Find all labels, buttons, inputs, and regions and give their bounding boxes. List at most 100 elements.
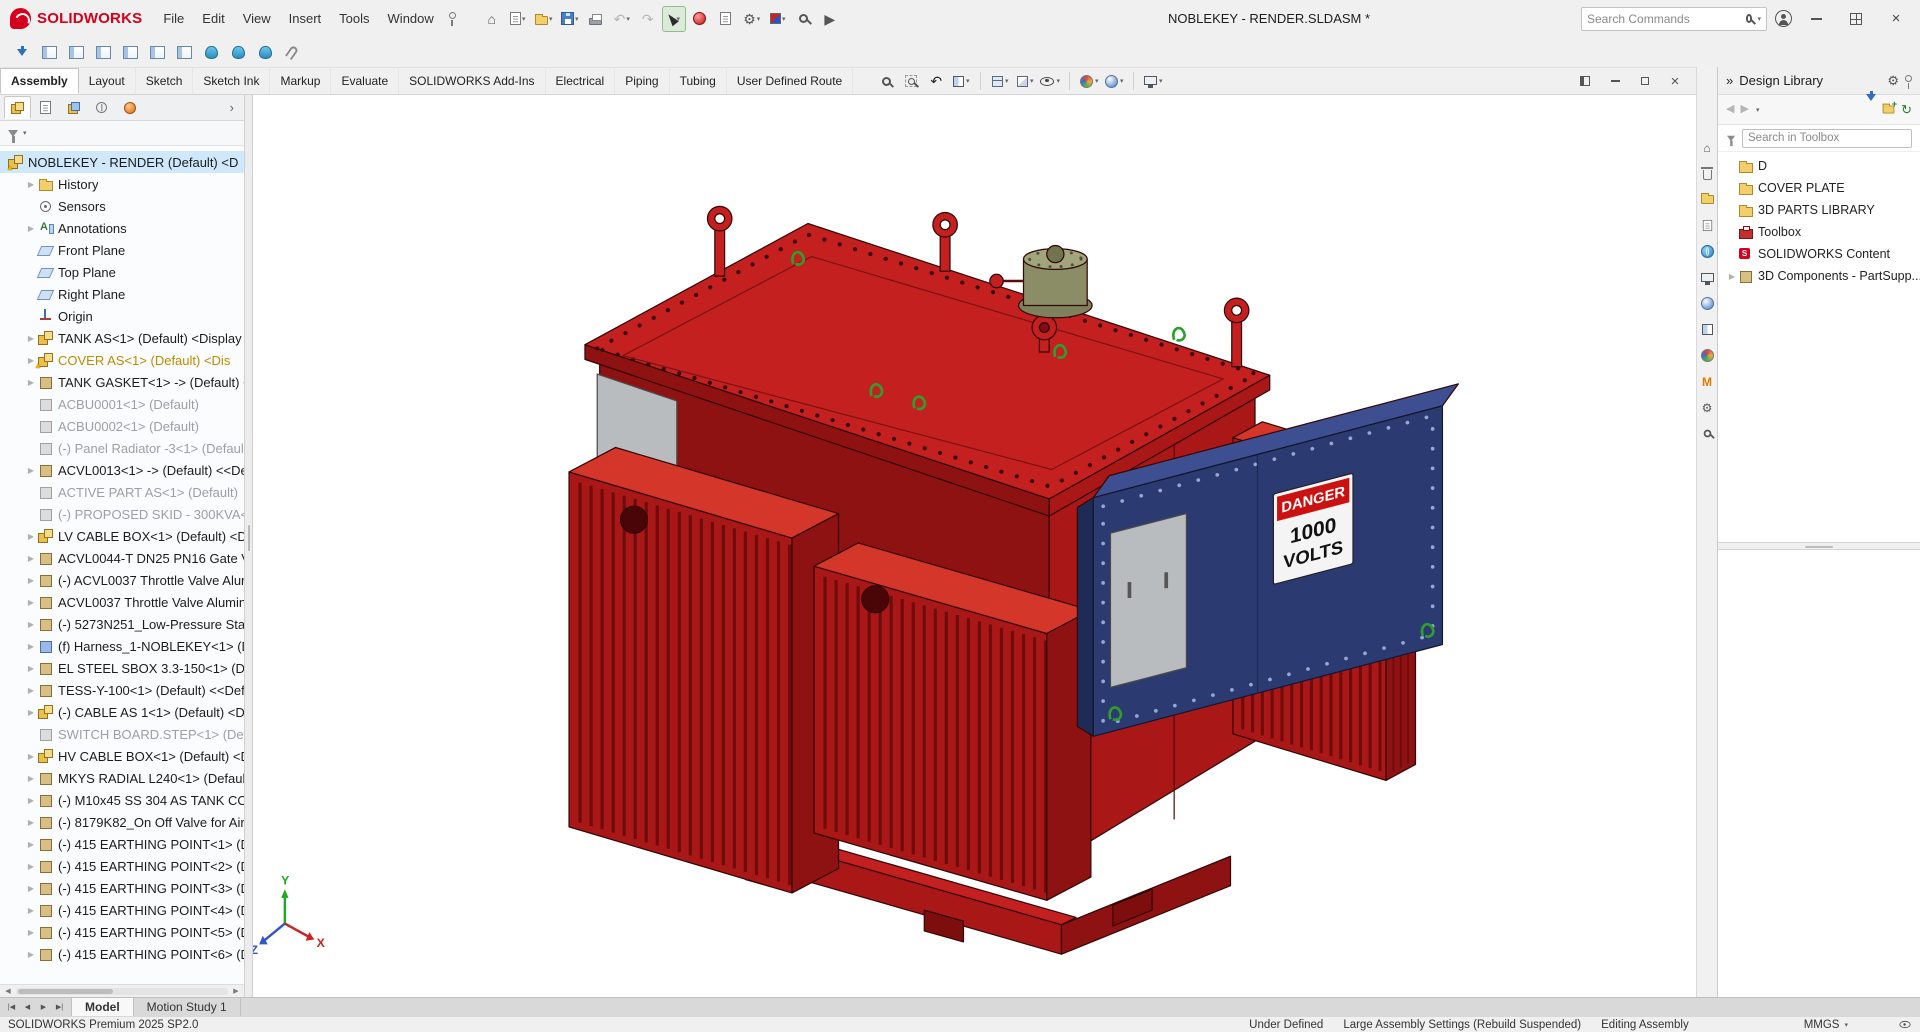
library-item[interactable]: ▶ 3D Components - PartSupp... — [1718, 265, 1920, 287]
zoom-to-fit-button[interactable] — [875, 69, 897, 93]
panel-tool-button-4[interactable] — [118, 39, 142, 65]
command-tab[interactable]: Markup — [270, 68, 331, 94]
tree-item[interactable]: ▶ ▲ (-) PROPOSED SKID - 300KVA<1> — [0, 503, 244, 525]
tree-item[interactable]: ▶ ▲ (-) 415 EARTHING POINT<4> (De — [0, 899, 244, 921]
expand-arrow-icon[interactable]: ▶ — [24, 334, 38, 343]
appearances-scenes-icon[interactable] — [1699, 295, 1716, 312]
window-maximize-button[interactable] — [1840, 6, 1872, 32]
radiator-bank-left[interactable] — [569, 447, 838, 892]
tree-item[interactable]: ▶ ▲ (-) 5273N251_Low-Pressure Stainle — [0, 613, 244, 635]
save-button[interactable]: ▾ — [558, 6, 582, 32]
expand-arrow-icon[interactable]: ▶ — [24, 576, 38, 585]
print-button[interactable] — [584, 6, 608, 32]
tree-horizontal-scrollbar[interactable]: ◀ ▶ — [0, 984, 244, 997]
attachment-button[interactable] — [280, 39, 304, 65]
library-item[interactable]: ▶ SOLIDWORKS Content — [1718, 243, 1920, 265]
quick-tips-eye-icon[interactable] — [1899, 1021, 1910, 1028]
tab-configurationmanager[interactable] — [60, 96, 87, 119]
filter-caret-icon[interactable]: ▾ — [23, 129, 27, 137]
expand-arrow-icon[interactable]: ▶ — [1726, 272, 1738, 281]
solidworks-resources-icon[interactable]: ⌂ — [1699, 139, 1716, 156]
command-tab[interactable]: Layout — [79, 68, 136, 94]
box-access-plate[interactable] — [1110, 514, 1186, 688]
scrollbar-track[interactable] — [16, 988, 228, 995]
expand-arrow-icon[interactable]: ▶ — [24, 796, 38, 805]
expand-arrow-icon[interactable]: ▶ — [24, 620, 38, 629]
menu-item[interactable]: Tools — [330, 6, 378, 31]
tree-item[interactable]: ▶ ▲ (-) 8179K82_On Off Valve for Air, I — [0, 811, 244, 833]
library-back-button[interactable]: ◀ — [1726, 104, 1734, 115]
magnified-selection-button[interactable] — [792, 6, 816, 32]
panel-pin-icon[interactable] — [1905, 75, 1912, 82]
expand-arrow-icon[interactable]: ▶ — [24, 664, 38, 673]
menu-item[interactable]: Edit — [193, 6, 233, 31]
library-pane-splitter[interactable] — [1718, 542, 1920, 550]
new-document-button[interactable]: ▾ — [506, 6, 530, 32]
rebuild-button[interactable] — [688, 6, 712, 32]
tab-scroll-first-icon[interactable]: |◀ — [4, 1000, 19, 1015]
command-tab[interactable]: Sketch Ink — [193, 68, 270, 94]
command-tab[interactable]: Electrical — [546, 68, 616, 94]
section-view-button[interactable]: ▾ — [950, 69, 972, 93]
feature-tool-button-3[interactable] — [253, 39, 277, 65]
library-search-icon[interactable] — [1699, 425, 1716, 442]
tab-scroll-last-icon[interactable]: ▶| — [52, 1000, 67, 1015]
expand-arrow-icon[interactable]: ▶ — [24, 466, 38, 475]
library-forward-button[interactable]: ▶ — [1740, 104, 1748, 115]
panel-tool-button-2[interactable] — [64, 39, 88, 65]
addin-m-icon[interactable]: M — [1699, 373, 1716, 390]
open-button[interactable]: ▾ — [532, 6, 556, 32]
user-account-icon[interactable] — [1775, 10, 1792, 27]
menu-item[interactable]: Window — [379, 6, 443, 31]
tree-item[interactable]: ▶ ▲ (-) M10x45 SS 304 AS TANK COVE — [0, 789, 244, 811]
file-properties-button[interactable] — [714, 6, 738, 32]
add-file-location-button[interactable] — [1883, 105, 1895, 113]
previous-view-button[interactable]: ↶ — [925, 69, 947, 93]
tree-item[interactable]: ▶ ▲ (-) CABLE AS 1<1> (Default) <Dis — [0, 701, 244, 723]
panel-splitter[interactable] — [245, 95, 253, 997]
tree-root-item[interactable]: ▲ NOBLEKEY - RENDER (Default) <D — [0, 151, 244, 173]
expand-arrow-icon[interactable]: ▶ — [24, 840, 38, 849]
file-explorer-icon[interactable] — [1699, 217, 1716, 234]
panel-options-gear-icon[interactable]: ⚙ — [1887, 73, 1899, 89]
tab-propertymanager[interactable] — [32, 96, 59, 119]
collapse-panel-icon[interactable]: » — [1726, 73, 1733, 88]
expand-arrow-icon[interactable]: ▶ — [24, 950, 38, 959]
custom-properties-icon[interactable] — [1699, 321, 1716, 338]
tree-item[interactable]: ▶ ▲ (-) 415 EARTHING POINT<1> (De — [0, 833, 244, 855]
doc-dock-button[interactable] — [1572, 70, 1598, 92]
command-tab[interactable]: Sketch — [136, 68, 194, 94]
add-to-library-button[interactable] — [1866, 101, 1876, 119]
tree-item[interactable]: ▶ ▲ ACBU0001<1> (Default) — [0, 393, 244, 415]
command-tab[interactable]: Evaluate — [331, 68, 399, 94]
graphics-viewport[interactable]: DANGER 1000 VOLTS — [253, 95, 1696, 997]
tab-dimxpertmanager[interactable] — [88, 96, 115, 119]
tree-item[interactable]: ▶ ▲ Origin — [0, 305, 244, 327]
model-tab[interactable]: Model — [72, 998, 134, 1016]
tab-featuremanager[interactable] — [4, 96, 31, 119]
render-tools-icon[interactable] — [1699, 347, 1716, 364]
tree-item[interactable]: ▶ ▲ (f) Harness_1-NOBLEKEY<1> (Def — [0, 635, 244, 657]
command-tab[interactable]: SOLIDWORKS Add-Ins — [399, 68, 545, 94]
tree-item[interactable]: ▶ ▲ Sensors — [0, 195, 244, 217]
menu-item[interactable]: Insert — [280, 6, 331, 31]
redo-button[interactable]: ↷ — [636, 6, 660, 32]
feature-tool-button-1[interactable] — [199, 39, 223, 65]
home-button[interactable]: ⌂ — [480, 6, 504, 32]
panel-flyout-chevron-icon[interactable]: › — [224, 100, 240, 115]
library-item[interactable]: ▶ Toolbox — [1718, 221, 1920, 243]
tree-item[interactable]: ▶ ▲ Annotations — [0, 217, 244, 239]
tree-item[interactable]: ▶ ▲ ACTIVE PART AS<1> (Default) — [0, 481, 244, 503]
tree-item[interactable]: ▶ ▲ ACVL0037 Throttle Valve Aluminiu — [0, 591, 244, 613]
model-canvas[interactable]: DANGER 1000 VOLTS — [253, 95, 1696, 997]
library-item[interactable]: ▶ COVER PLATE — [1718, 177, 1920, 199]
tree-item[interactable]: ▶ ▲ TANK AS<1> (Default) <Display S — [0, 327, 244, 349]
insert-component-button[interactable] — [10, 39, 34, 65]
library-nav-caret-icon[interactable]: ▾ — [1756, 106, 1760, 114]
command-tab[interactable]: User Defined Route — [727, 68, 853, 94]
expand-arrow-icon[interactable]: ▶ — [24, 686, 38, 695]
expand-arrow-icon[interactable]: ▶ — [24, 378, 38, 387]
tree-item[interactable]: ▶ ▲ (-) 415 EARTHING POINT<3> (De — [0, 877, 244, 899]
command-search[interactable]: ▾ — [1581, 7, 1767, 31]
tree-item[interactable]: ▶ ▲ TANK GASKET<1> -> (Default) <- — [0, 371, 244, 393]
